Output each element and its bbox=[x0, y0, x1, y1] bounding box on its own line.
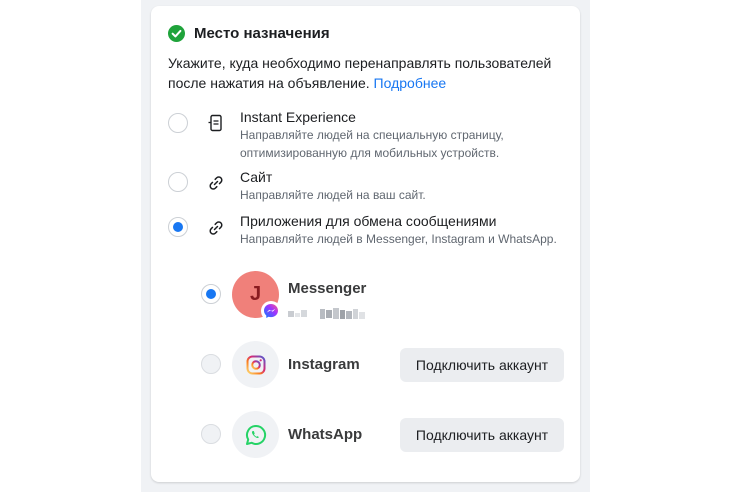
learn-more-link[interactable]: Подробнее bbox=[374, 75, 447, 91]
destination-card: Место назначения Укажите, куда необходим… bbox=[151, 6, 580, 482]
option-subtitle: Направляйте людей на ваш сайт. bbox=[240, 188, 426, 202]
option-subtitle: Направляйте людей на специальную страниц… bbox=[240, 128, 504, 160]
account-name: Messenger bbox=[288, 280, 367, 297]
option-title: Приложения для обмена сообщениями bbox=[240, 213, 497, 229]
option-subtitle: Направляйте людей в Messenger, Instagram… bbox=[240, 232, 557, 246]
description-text: Укажите, куда необходимо перенаправлять … bbox=[168, 55, 552, 91]
radio-instant-experience[interactable] bbox=[168, 113, 188, 133]
messenger-badge bbox=[261, 301, 281, 321]
connect-whatsapp-button[interactable]: Подключить аккаунт bbox=[400, 418, 564, 452]
account-name: Instagram bbox=[288, 356, 360, 373]
radio-instagram[interactable] bbox=[201, 354, 221, 374]
whatsapp-avatar bbox=[232, 411, 279, 458]
radio-messaging-apps[interactable] bbox=[168, 217, 188, 237]
messenger-icon bbox=[264, 304, 278, 318]
connect-instagram-button[interactable]: Подключить аккаунт bbox=[400, 348, 564, 382]
section-title: Место назначения bbox=[194, 24, 330, 42]
whatsapp-icon bbox=[245, 424, 266, 445]
option-title: Сайт bbox=[240, 169, 273, 185]
avatar-letter: J bbox=[249, 283, 262, 305]
link-icon bbox=[209, 221, 223, 235]
account-name: WhatsApp bbox=[288, 426, 363, 443]
instagram-avatar bbox=[232, 341, 279, 388]
radio-whatsapp[interactable] bbox=[201, 424, 221, 444]
option-title: Instant Experience bbox=[240, 109, 356, 125]
section-description: Укажите, куда необходимо перенаправлять … bbox=[168, 53, 568, 93]
blurred-account-id bbox=[288, 308, 365, 319]
section-header: Место назначения bbox=[168, 23, 330, 43]
radio-website[interactable] bbox=[168, 172, 188, 192]
radio-messenger[interactable] bbox=[201, 284, 221, 304]
phone-page-icon bbox=[208, 114, 222, 132]
link-icon bbox=[209, 176, 223, 190]
instagram-icon bbox=[246, 355, 265, 374]
check-circle-icon bbox=[168, 24, 185, 42]
